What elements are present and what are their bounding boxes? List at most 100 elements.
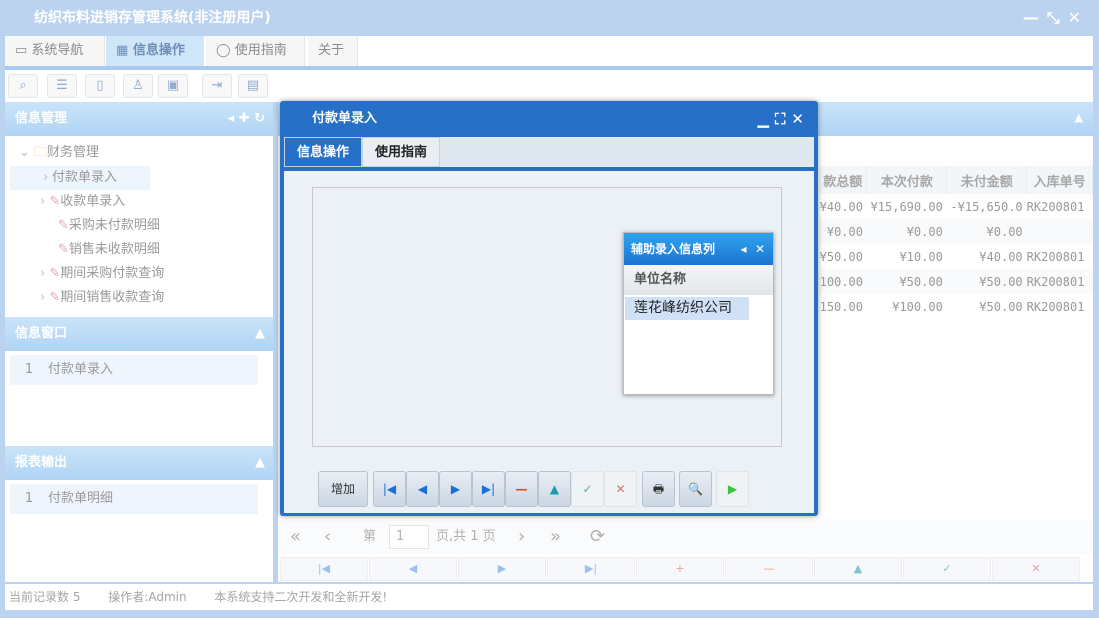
minimize-icon[interactable]: —	[1023, 8, 1047, 27]
cell: ¥50.00	[979, 299, 1023, 314]
window-icon[interactable]: ▤	[238, 74, 268, 98]
add-button[interactable]: 增加	[318, 471, 368, 507]
close-icon[interactable]: ✕	[1068, 8, 1089, 27]
panel-header-report[interactable]: 报表输出 ▲	[5, 446, 273, 480]
column-header[interactable]: 款总额	[819, 166, 868, 194]
cell: RK200801	[1026, 249, 1085, 264]
list-item[interactable]: 1 付款单录入	[10, 355, 258, 385]
grid-icon: ▦	[116, 43, 133, 58]
list-item[interactable]: 1 付款单明细	[10, 484, 258, 514]
panel-tools[interactable]: ◂ ✚ ↻	[228, 102, 265, 136]
monitor-color-icon[interactable]: ▣	[158, 74, 188, 98]
document-icon[interactable]: ▯	[85, 74, 115, 98]
table-row[interactable]: ¥40.00 ¥15,690.00 -¥15,650.0 RK200801	[819, 194, 1093, 219]
up-record-button[interactable]: ▲	[814, 557, 902, 581]
print-button[interactable]: 🖶	[642, 471, 675, 507]
column-header[interactable]: 入库单号	[1026, 166, 1093, 194]
prev-page-button[interactable]: ‹	[324, 520, 331, 554]
run-button[interactable]: ▶	[716, 471, 749, 507]
helper-header: 辅助录入信息列 ◂ ✕	[624, 233, 773, 265]
preview-button[interactable]: 🔍	[679, 471, 712, 507]
panel-header-info-window[interactable]: 信息窗口 ▲	[5, 317, 273, 351]
minimize-icon[interactable]: ▁	[757, 110, 775, 128]
add-record-button[interactable]: +	[636, 557, 724, 581]
next-page-button[interactable]: ›	[518, 520, 525, 554]
tree-item-period-purchase[interactable]: › ✎期间采购付款查询	[40, 262, 164, 286]
next-button[interactable]: ▶	[439, 471, 472, 507]
tab-about[interactable]: 关于	[308, 36, 358, 66]
first-page-button[interactable]: «	[290, 520, 301, 554]
last-button[interactable]: ▶|	[472, 471, 505, 507]
column-header[interactable]: 本次付款	[866, 166, 948, 194]
cancel-button[interactable]: ✕	[604, 471, 637, 507]
page-input[interactable]: 1	[389, 525, 429, 549]
save-button[interactable]: ✓	[571, 471, 604, 507]
next-record-button[interactable]: ▶	[458, 557, 546, 581]
cell: ¥0.00	[866, 219, 947, 244]
refresh-icon[interactable]: ⟳	[590, 520, 605, 554]
table-row[interactable]: 100.00 ¥50.00 ¥50.00 RK200801	[819, 269, 1093, 294]
tool-icon: ✎	[49, 194, 61, 209]
table-row[interactable]: ¥0.00 ¥0.00 ¥0.00	[819, 219, 1093, 244]
tab-system-nav[interactable]: ▭ 系统导航	[5, 36, 105, 66]
tree-item-period-sales[interactable]: › ✎期间销售收款查询	[40, 286, 164, 310]
folder-icon: 🗀	[34, 145, 48, 160]
helper-title: 辅助录入信息列	[631, 242, 716, 256]
user-chart-icon[interactable]: ♙	[123, 74, 153, 98]
cancel-record-button[interactable]: ✕	[992, 557, 1080, 581]
tree-label: 财务管理	[47, 145, 100, 160]
cell	[1026, 219, 1093, 244]
column-header[interactable]: 单位名称	[624, 265, 773, 295]
tree-item-receipt-entry[interactable]: › ✎收款单录入	[40, 190, 125, 214]
first-record-button[interactable]: |◀	[280, 557, 368, 581]
collapse-icon[interactable]: ▲	[255, 317, 265, 351]
tab-info-ops[interactable]: 信息操作	[284, 137, 362, 167]
export-icon[interactable]: ⇥	[202, 74, 232, 98]
search-doc-icon[interactable]: ⌕	[8, 74, 38, 98]
collapse-icon[interactable]: ▲	[255, 446, 265, 480]
tab-info-ops[interactable]: ▦ 信息操作	[106, 36, 204, 66]
up-button[interactable]: ▲	[538, 471, 571, 507]
close-icon[interactable]: ✕	[755, 242, 765, 256]
list-icon[interactable]: ☰	[47, 74, 77, 98]
cell: ¥40.00	[819, 199, 863, 214]
window-controls: —⤡✕	[1023, 8, 1089, 28]
tab-guide[interactable]: 使用指南	[362, 137, 440, 167]
help-icon: ◯	[216, 43, 235, 58]
tab-label: 关于	[318, 43, 345, 58]
first-button[interactable]: |◀	[373, 471, 406, 507]
panel-title: 报表输出	[15, 455, 68, 470]
list-item[interactable]: 莲花峰纺织公司	[625, 297, 749, 320]
restore-icon[interactable]: ⤡	[1047, 8, 1068, 27]
tab-label: 信息操作	[132, 43, 185, 58]
tree-root[interactable]: ⌄ 🗀财务管理	[19, 141, 99, 165]
close-icon[interactable]: ✕	[791, 110, 810, 128]
prev-button[interactable]: ◀	[406, 471, 439, 507]
tree-item-sales-unreceived[interactable]: ✎销售未收款明细	[58, 238, 160, 262]
tree-label: 期间销售收款查询	[60, 290, 165, 305]
save-record-button[interactable]: ✓	[903, 557, 991, 581]
table-row[interactable]: 150.00 ¥100.00 ¥50.00 RK200801	[819, 294, 1093, 319]
tab-label: 系统导航	[31, 43, 84, 58]
delete-record-button[interactable]: —	[725, 557, 813, 581]
dialog-body: 信息操作 使用指南 辅助录入信息列 ◂ ✕ 单位名称 莲花峰纺织公司 增加 |◀ …	[284, 137, 814, 513]
column-header[interactable]: 未付金额	[946, 166, 1028, 194]
tree-item-payment-entry[interactable]: › 付款单录入	[10, 166, 150, 190]
tree-label: 销售未收款明细	[68, 242, 160, 257]
prev-record-button[interactable]: ◀	[369, 557, 457, 581]
payment-entry-dialog: 付款单录入 ▁⛶✕ 信息操作 使用指南 辅助录入信息列 ◂ ✕ 单位名称 莲花峰纺…	[280, 101, 818, 516]
delete-button[interactable]: —	[505, 471, 538, 507]
chevron-right-icon: ›	[43, 170, 49, 185]
collapse-left-icon[interactable]: ◂	[741, 242, 747, 256]
last-page-button[interactable]: »	[550, 520, 561, 554]
collapse-icon[interactable]: ▲	[1075, 111, 1083, 124]
tab-guide[interactable]: ◯ 使用指南	[206, 36, 305, 66]
page-label: 第	[363, 529, 377, 544]
tab-label: 使用指南	[234, 43, 287, 58]
tree-item-purchase-unpaid[interactable]: ✎采购未付款明细	[58, 214, 160, 238]
cell: RK200801	[1026, 269, 1093, 294]
last-record-button[interactable]: ▶|	[547, 557, 635, 581]
maximize-icon[interactable]: ⛶	[775, 110, 792, 128]
table-row[interactable]: ¥50.00 ¥10.00 ¥40.00 RK200801	[819, 244, 1093, 269]
cell: 100.00	[819, 269, 867, 294]
